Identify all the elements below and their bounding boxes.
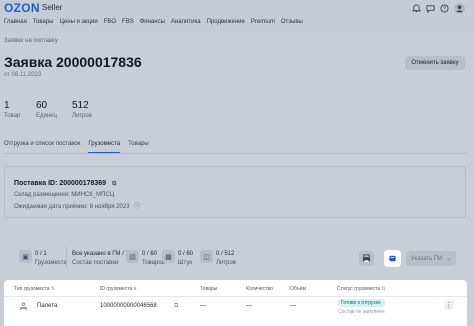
cargo-volume: — bbox=[290, 303, 296, 309]
expected-date-text: Ожидаемая дата приёмки: 8 ноября 2023 bbox=[14, 204, 130, 210]
col-quantity: Количество bbox=[246, 286, 273, 292]
top-header: OZON Seller ? Главная Товары Цены и акци… bbox=[0, 0, 474, 32]
tab-shipment[interactable]: Отгрузка и список поставок bbox=[4, 141, 80, 153]
main-nav: Главная Товары Цены и акции FBO FBS Фина… bbox=[4, 19, 309, 25]
pieces-icon: ▦ bbox=[162, 250, 175, 263]
delivery-card: Поставка ID: 200000178369 ⧉ Склад размещ… bbox=[4, 166, 466, 218]
svg-text:?: ? bbox=[443, 6, 446, 12]
more-actions-icon[interactable]: ⋮ bbox=[444, 300, 454, 310]
tab-goods[interactable]: Товары bbox=[128, 141, 149, 153]
stat-label: Единиц bbox=[36, 113, 57, 119]
pallet-icon bbox=[19, 302, 28, 313]
print-button[interactable] bbox=[359, 251, 374, 266]
summary-bar: ▣ 0 / 1 Грузоместа Все указано в ГМ / 1 … bbox=[4, 240, 466, 278]
bell-icon[interactable] bbox=[411, 3, 422, 14]
nav-prices[interactable]: Цены и акции bbox=[59, 19, 97, 25]
summary-label: Состав поставки bbox=[72, 260, 119, 266]
nav-premium[interactable]: Premium bbox=[251, 19, 275, 25]
cancel-request-button[interactable]: Отменить заявку bbox=[405, 56, 465, 70]
tab-cargo-places[interactable]: Грузоместа bbox=[88, 141, 121, 153]
info-icon[interactable]: ⓘ bbox=[134, 204, 140, 210]
filter-icon[interactable]: ≡ bbox=[134, 286, 137, 292]
delivery-warehouse: Склад размещения: МИНСК_МПСЦ bbox=[14, 192, 115, 198]
breadcrumb[interactable]: Заявки на поставку bbox=[4, 38, 58, 44]
nav-fbs[interactable]: FBS bbox=[122, 19, 134, 25]
col-type[interactable]: Тип грузоместа ⇅ bbox=[14, 286, 55, 292]
nav-products[interactable]: Товары bbox=[33, 19, 54, 25]
cargo-type: Палета bbox=[37, 303, 58, 309]
page-title: Заявка 20000017836 bbox=[4, 54, 142, 70]
help-icon[interactable]: ? bbox=[439, 3, 450, 14]
user-icon[interactable] bbox=[454, 3, 465, 14]
col-status-label: Статус грузоместа bbox=[337, 286, 380, 292]
status-badge: Готово к отгрузке bbox=[337, 299, 385, 307]
status-subtext: Состав не заполнен bbox=[338, 309, 385, 315]
nav-fbo[interactable]: FBO bbox=[104, 19, 116, 25]
cargo-goods: — bbox=[200, 303, 206, 309]
seller-label: Seller bbox=[42, 3, 63, 12]
nav-finance[interactable]: Финансы bbox=[140, 19, 165, 25]
package-icon: ▤ bbox=[126, 250, 139, 263]
delivery-expected-date: Ожидаемая дата приёмки: 8 ноября 2023 ⓘ bbox=[14, 201, 140, 210]
copy-icon[interactable]: ⧉ bbox=[174, 303, 178, 310]
col-goods: Товары bbox=[200, 286, 218, 292]
col-id[interactable]: ID грузоместа ≡ bbox=[100, 286, 137, 292]
cargo-quantity: — bbox=[246, 303, 252, 309]
ozon-logo[interactable]: OZON bbox=[4, 1, 40, 15]
tab-bar: Отгрузка и список поставок Грузоместа То… bbox=[4, 141, 157, 153]
delivery-title: Поставка ID: 200000178369 ⧉ bbox=[14, 180, 116, 188]
box-icon: ▣ bbox=[19, 250, 32, 263]
nav-promotion[interactable]: Продвижение bbox=[207, 19, 245, 25]
stat-value: 1 bbox=[4, 100, 10, 111]
summary-label: Грузоместа bbox=[35, 260, 67, 266]
col-type-label: Тип грузоместа bbox=[14, 286, 50, 292]
delivery-id: Поставка ID: 200000178369 bbox=[14, 180, 107, 187]
stat-value: 512 bbox=[72, 100, 89, 111]
nav-reviews[interactable]: Отзывы bbox=[281, 19, 303, 25]
stat-label: Товар bbox=[4, 113, 21, 119]
divider bbox=[66, 247, 67, 269]
stat-units: 60 Единиц bbox=[36, 100, 57, 119]
summary-value: 0 / 60 bbox=[178, 251, 194, 257]
cargo-id: 10000000000046568 bbox=[100, 303, 157, 309]
sort-icon[interactable]: ⇅ bbox=[51, 286, 55, 292]
summary-value: 0 / 512 bbox=[216, 251, 235, 257]
col-volume: Объём bbox=[290, 286, 306, 292]
table-header-divider bbox=[4, 296, 467, 297]
summary-value: 0 / 60 bbox=[142, 251, 158, 257]
copy-icon[interactable]: ⧉ bbox=[112, 181, 116, 187]
volume-icon: ◫ bbox=[200, 250, 213, 263]
summary-value: 0 / 1 bbox=[35, 251, 47, 257]
col-id-label: ID грузоместа bbox=[100, 286, 133, 292]
summary-label: Штук bbox=[178, 260, 192, 266]
sort-icon[interactable]: ⇅ bbox=[381, 286, 385, 292]
summary-label: Литров bbox=[216, 260, 236, 266]
nav-analytics[interactable]: Аналитика bbox=[171, 19, 201, 25]
stat-value: 60 bbox=[36, 100, 48, 111]
chevron-down-icon: ⌄ bbox=[446, 256, 452, 262]
stat-liters: 512 Литров bbox=[72, 100, 92, 119]
nav-home[interactable]: Главная bbox=[4, 19, 27, 25]
col-status[interactable]: Статус грузоместа ⇅ bbox=[337, 286, 386, 292]
stat-label: Литров bbox=[72, 113, 92, 119]
add-cargo-button[interactable] bbox=[384, 250, 401, 267]
page-subtitle: от 06.11.2023 bbox=[4, 72, 42, 78]
summary-value: Все указано в ГМ / 1 bbox=[72, 251, 129, 257]
stat-items: 1 Товар bbox=[4, 100, 20, 119]
specify-cargo-button[interactable]: Указать ГМ ⌄ bbox=[406, 251, 456, 266]
tabs-divider bbox=[4, 153, 466, 154]
specify-cargo-label: Указать ГМ bbox=[410, 255, 443, 262]
chat-icon[interactable] bbox=[425, 3, 436, 14]
cargo-table: Тип грузоместа ⇅ ID грузоместа ≡ Товары … bbox=[4, 280, 467, 326]
